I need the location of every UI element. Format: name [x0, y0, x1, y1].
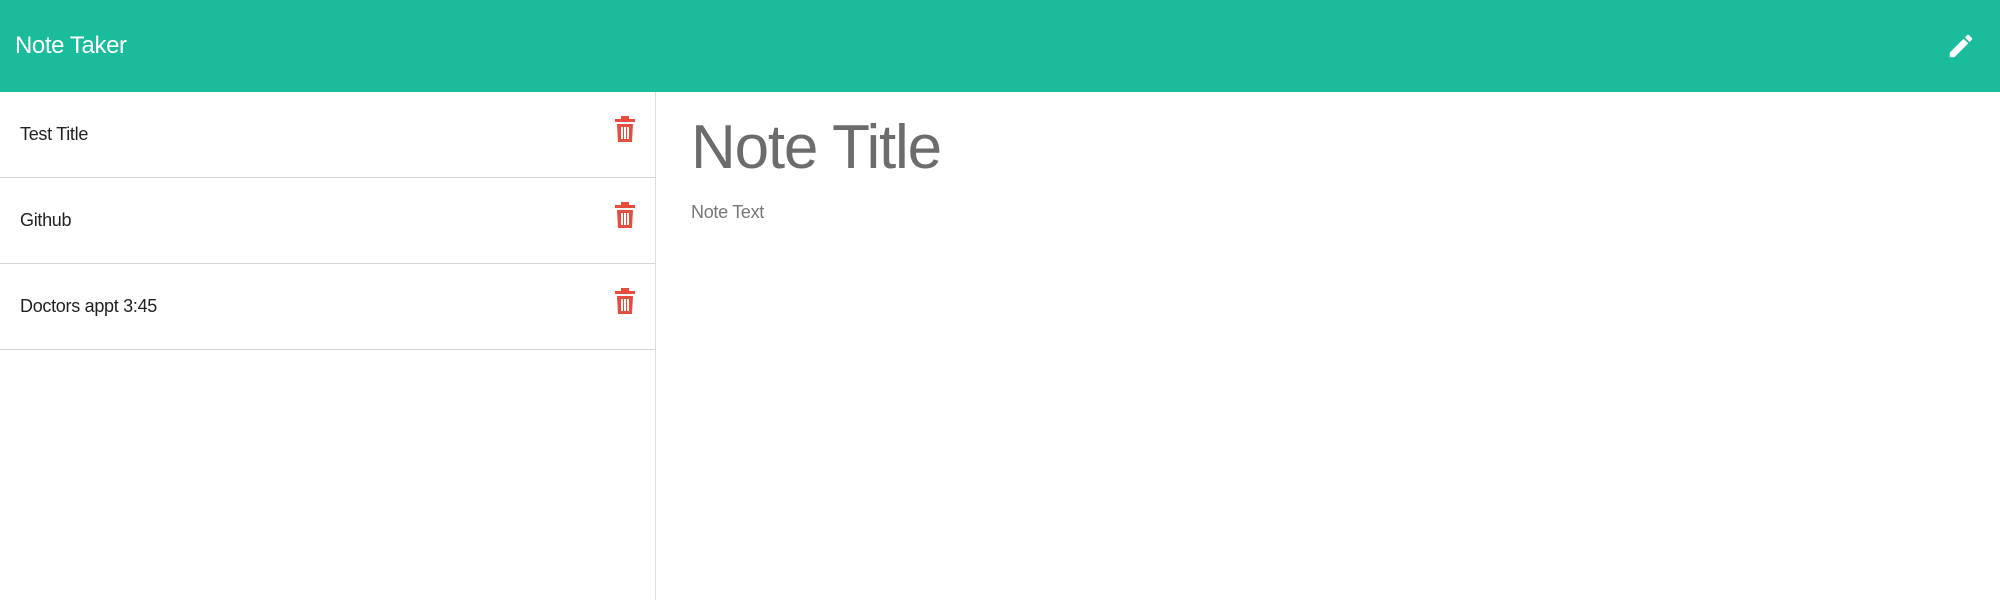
note-title-input[interactable] — [691, 110, 1966, 184]
trash-icon — [615, 288, 635, 314]
delete-note-button[interactable] — [615, 288, 635, 314]
new-note-button[interactable] — [1939, 24, 1983, 68]
navbar: Note Taker — [0, 0, 2000, 92]
note-item-title: Test Title — [20, 124, 89, 144]
note-item-title: Github — [20, 210, 72, 230]
pencil-icon — [1949, 34, 1973, 58]
trash-icon — [615, 202, 635, 228]
note-list: Test Title Github Doctors appt 3:45 — [0, 92, 655, 350]
app-title[interactable]: Note Taker — [15, 32, 127, 60]
notes-sidebar: Test Title Github Doctors appt 3:45 — [0, 92, 656, 600]
trash-icon — [615, 116, 635, 142]
note-list-item[interactable]: Github — [0, 178, 655, 264]
note-list-item[interactable]: Doctors appt 3:45 — [0, 264, 655, 350]
note-item-title: Doctors appt 3:45 — [20, 296, 157, 316]
note-list-item[interactable]: Test Title — [0, 92, 655, 178]
delete-note-button[interactable] — [615, 116, 635, 142]
note-editor — [657, 92, 2000, 600]
delete-note-button[interactable] — [615, 202, 635, 228]
note-text-input[interactable] — [691, 202, 1966, 582]
